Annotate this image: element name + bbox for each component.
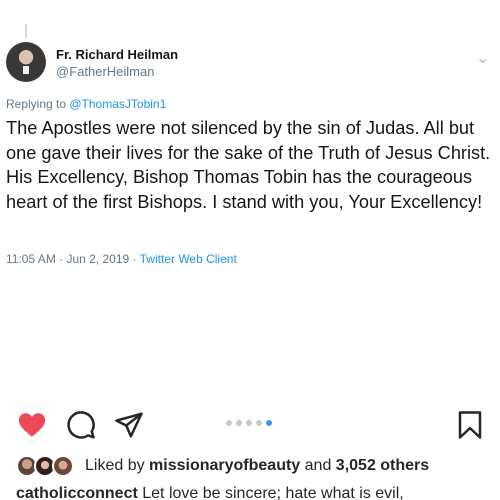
carousel-dot-active: [266, 420, 272, 426]
likes-middle: and: [300, 457, 336, 474]
likes-row: Liked by missionaryofbeauty and 3,052 ot…: [16, 453, 429, 479]
thread-line: [25, 24, 27, 38]
carousel-indicator: [226, 419, 272, 427]
tweet-display-name: Fr. Richard Heilman: [56, 47, 179, 62]
tweet-timestamp: 11:05 AM · Jun 2, 2019 ·: [6, 252, 140, 266]
comment-icon[interactable]: [66, 410, 96, 440]
likes-text: Liked by missionaryofbeauty and 3,052 ot…: [85, 457, 429, 475]
liked-by-user-link[interactable]: missionaryofbeauty: [149, 457, 300, 474]
tweet-avatar: [6, 42, 46, 82]
heart-icon[interactable]: [17, 410, 47, 440]
likes-count-link[interactable]: 3,052 others: [336, 457, 429, 474]
post-image[interactable]: Fr. Richard Heilman @FatherHeilman ⌄ Rep…: [0, 0, 500, 398]
carousel-dot: [246, 420, 252, 426]
bookmark-icon[interactable]: [455, 410, 485, 440]
tweet-more-icon: ⌄: [476, 50, 490, 67]
tweet-text: The Apostles were not silenced by the si…: [6, 118, 491, 212]
replying-to-mention: @ThomasJTobin1: [69, 97, 167, 111]
caption: catholicconnect Let love be sincere; hat…: [16, 485, 404, 500]
tweet-client: Twitter Web Client: [139, 252, 237, 266]
tweet-meta: 11:05 AM · Jun 2, 2019 · Twitter Web Cli…: [6, 252, 237, 266]
liker-avatar: [52, 455, 74, 477]
likes-prefix: Liked by: [85, 457, 150, 474]
carousel-dot: [226, 420, 232, 426]
replying-to-line: Replying to @ThomasJTobin1: [6, 97, 166, 111]
caption-text: Let love be sincere; hate what is evil,: [137, 485, 404, 500]
carousel-dot: [236, 420, 242, 426]
tweet-handle: @FatherHeilman: [56, 64, 155, 79]
carousel-dot: [256, 420, 262, 426]
paper-plane-icon[interactable]: [114, 410, 144, 440]
liker-avatars[interactable]: [16, 455, 76, 477]
replying-prefix: Replying to: [6, 97, 70, 111]
caption-username-link[interactable]: catholicconnect: [16, 485, 138, 500]
